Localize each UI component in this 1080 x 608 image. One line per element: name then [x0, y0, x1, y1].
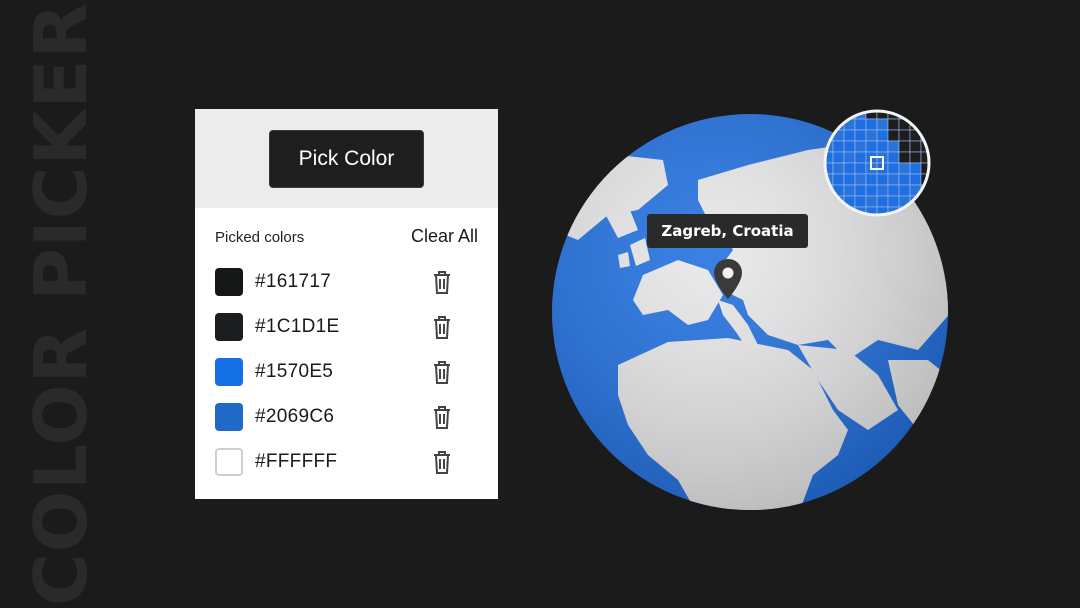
color-row: #161717 — [195, 259, 498, 304]
side-title-text: COLOR PICKER — [19, 2, 104, 606]
color-row: #1C1D1E — [195, 304, 498, 349]
color-list: #161717 #1C1D1E #1570E5 #2069C6 #FFFFFF — [195, 259, 498, 484]
trash-icon[interactable] — [430, 449, 454, 475]
color-row: #FFFFFF — [195, 439, 498, 484]
color-row: #1570E5 — [195, 349, 498, 394]
color-swatch[interactable] — [215, 402, 243, 431]
color-swatch[interactable] — [215, 312, 243, 341]
magnifier-grid — [825, 111, 929, 215]
color-hex-label: #1570E5 — [255, 360, 334, 382]
map-pin-icon[interactable] — [712, 258, 744, 300]
color-swatch[interactable] — [215, 267, 243, 296]
color-hex-label: #161717 — [255, 270, 332, 292]
picked-colors-header: Picked colors Clear All — [195, 208, 498, 247]
magnifier-loupe — [823, 109, 931, 217]
color-swatch[interactable] — [215, 357, 243, 386]
pick-color-button[interactable]: Pick Color — [269, 129, 424, 188]
trash-icon[interactable] — [430, 359, 454, 385]
picked-colors-label: Picked colors — [215, 229, 305, 246]
color-hex-label: #1C1D1E — [255, 315, 340, 337]
side-title: COLOR PICKER — [19, 0, 103, 608]
trash-icon[interactable] — [430, 269, 454, 295]
clear-all-button[interactable]: Clear All — [411, 226, 478, 247]
color-hex-label: #FFFFFF — [255, 450, 338, 472]
color-row: #2069C6 — [195, 394, 498, 439]
trash-icon[interactable] — [430, 314, 454, 340]
color-swatch[interactable] — [215, 447, 243, 476]
color-picker-panel: Pick Color Picked colors Clear All #1617… — [195, 109, 498, 499]
trash-icon[interactable] — [430, 404, 454, 430]
color-hex-label: #2069C6 — [255, 405, 335, 427]
panel-header: Pick Color — [195, 109, 498, 208]
location-tooltip: Zagreb, Croatia — [647, 214, 808, 248]
